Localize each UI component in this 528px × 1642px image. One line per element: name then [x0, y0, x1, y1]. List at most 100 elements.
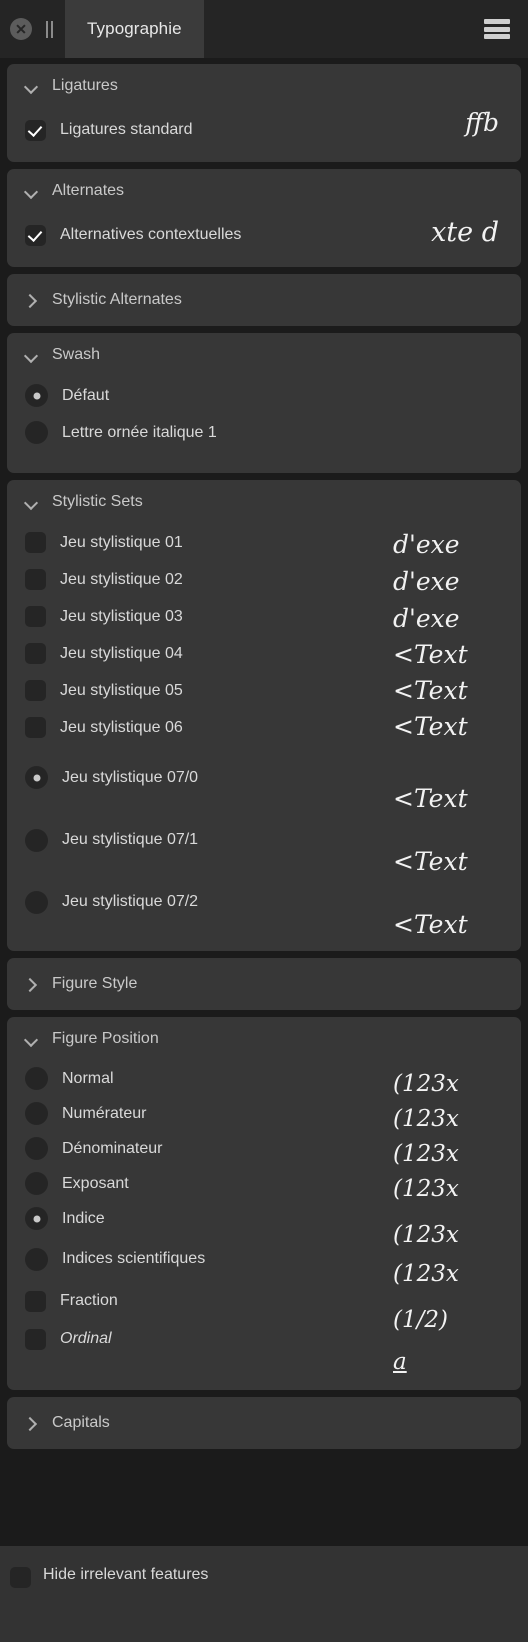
option-row-normal[interactable]: Normal	[7, 1061, 371, 1096]
section-title: Figure Style	[52, 975, 138, 992]
stylistic-sets-samples: d'exe d'exe d'exe <Text <Text <Text <Tex…	[371, 524, 521, 937]
option-row-jeu-01[interactable]: Jeu stylistique 01	[7, 524, 371, 561]
chevron-right-icon	[25, 294, 38, 307]
option-row-jeu-06[interactable]: Jeu stylistique 06	[7, 709, 371, 746]
option-row-ordinal[interactable]: Ordinal	[7, 1320, 371, 1358]
tab-typographie[interactable]: Typographie	[65, 0, 204, 58]
sample-glyph: d'exe	[393, 567, 460, 596]
stylistic-sets-body: Jeu stylistique 01 Jeu stylistique 02 Je…	[7, 524, 521, 937]
chevron-down-icon	[25, 496, 38, 509]
option-row-jeu-07-0[interactable]: Jeu stylistique 07/0	[7, 746, 371, 809]
radio-swash-defaut[interactable]	[25, 384, 48, 407]
radio-indice[interactable]	[25, 1207, 48, 1230]
hamburger-menu-icon[interactable]	[484, 19, 510, 39]
radio-jeu-stylistique-07-2[interactable]	[25, 890, 48, 914]
option-row-jeu-02[interactable]: Jeu stylistique 02	[7, 561, 371, 598]
radio-exposant[interactable]	[25, 1172, 48, 1195]
checkbox-fraction[interactable]	[25, 1290, 46, 1312]
option-row-alternatives-contextuelles[interactable]: Alternatives contextuelles xte d	[7, 213, 521, 257]
option-row-ligatures-standard[interactable]: Ligatures standard ffb	[7, 108, 521, 152]
checkbox-alternatives-contextuelles[interactable]	[25, 224, 46, 246]
typography-panel: Typographie Ligatures Ligatures standard…	[0, 0, 528, 1642]
checkbox-jeu-stylistique-06[interactable]	[25, 717, 46, 738]
option-label: Jeu stylistique 01	[60, 533, 183, 551]
option-row-jeu-03[interactable]: Jeu stylistique 03	[7, 598, 371, 635]
section-title: Stylistic Sets	[52, 493, 143, 510]
section-title: Ligatures	[52, 77, 118, 94]
section-header-stylistic-sets[interactable]: Stylistic Sets	[7, 480, 521, 524]
option-label: Lettre ornée italique 1	[62, 423, 217, 441]
option-row-jeu-07-2[interactable]: Jeu stylistique 07/2	[7, 871, 371, 933]
option-row-exposant[interactable]: Exposant	[7, 1166, 371, 1201]
option-label: Jeu stylistique 07/1	[62, 831, 199, 848]
option-label: Jeu stylistique 04	[60, 644, 183, 662]
checkbox-jeu-stylistique-02[interactable]	[25, 569, 46, 590]
option-label: Numérateur	[62, 1104, 147, 1122]
option-row-indice[interactable]: Indice	[7, 1201, 371, 1236]
hide-irrelevant-features-label: Hide irrelevant features	[43, 1566, 209, 1583]
option-row-jeu-05[interactable]: Jeu stylistique 05	[7, 672, 371, 709]
close-icon[interactable]	[10, 18, 32, 40]
radio-denominateur[interactable]	[25, 1137, 48, 1160]
sample-glyph: a	[393, 1349, 407, 1375]
option-row-indices-scientifiques[interactable]: Indices scientifiques	[7, 1236, 371, 1282]
option-label: Indices scientifiques	[62, 1250, 206, 1267]
section-capitals: Capitals	[7, 1397, 521, 1449]
option-label: Jeu stylistique 05	[60, 681, 183, 699]
radio-indices-scientifiques[interactable]	[25, 1247, 48, 1271]
option-label: Jeu stylistique 03	[60, 607, 183, 625]
option-label: Exposant	[62, 1174, 129, 1192]
section-header-swash[interactable]: Swash	[7, 333, 521, 377]
section-header-figure-position[interactable]: Figure Position	[7, 1017, 521, 1061]
option-label: Défaut	[62, 386, 110, 404]
section-header-capitals[interactable]: Capitals	[7, 1397, 521, 1449]
footer-bar: Hide irrelevant features	[0, 1546, 528, 1642]
figure-position-samples: (123x (123x (123x (123x (123x (123x (1/2…	[371, 1061, 521, 1374]
sample-glyph: <Text	[393, 640, 468, 669]
option-row-numerateur[interactable]: Numérateur	[7, 1096, 371, 1131]
section-header-figure-style[interactable]: Figure Style	[7, 958, 521, 1010]
sample-glyph: (123x	[393, 1222, 459, 1248]
section-title: Figure Position	[52, 1030, 159, 1047]
option-label: Normal	[62, 1069, 114, 1087]
radio-jeu-stylistique-07-0[interactable]	[25, 766, 48, 789]
sample-glyph: (123x	[393, 1261, 459, 1287]
checkbox-jeu-stylistique-04[interactable]	[25, 643, 46, 664]
section-figure-style: Figure Style	[7, 958, 521, 1010]
section-header-stylistic-alternates[interactable]: Stylistic Alternates	[7, 274, 521, 326]
checkbox-jeu-stylistique-05[interactable]	[25, 680, 46, 701]
section-header-ligatures[interactable]: Ligatures	[7, 64, 521, 108]
titlebar-left-controls	[0, 0, 55, 58]
section-stylistic-sets: Stylistic Sets Jeu stylistique 01 Jeu st…	[7, 480, 521, 951]
option-label: Indice	[62, 1209, 105, 1227]
section-ligatures: Ligatures Ligatures standard ffb	[7, 64, 521, 162]
sample-glyph: d'exe	[393, 530, 460, 559]
radio-swash-lettre-ornee[interactable]	[25, 421, 48, 444]
section-swash: Swash Défaut Lettre ornée italique 1	[7, 333, 521, 473]
chevron-down-icon	[25, 1033, 38, 1046]
sample-glyph: (1/2)	[393, 1307, 448, 1333]
stylistic-sets-list: Jeu stylistique 01 Jeu stylistique 02 Je…	[7, 524, 371, 937]
section-header-alternates[interactable]: Alternates	[7, 169, 521, 213]
checkbox-jeu-stylistique-03[interactable]	[25, 606, 46, 627]
pause-icon[interactable]	[44, 20, 55, 38]
radio-jeu-stylistique-07-1[interactable]	[25, 828, 48, 852]
checkbox-hide-irrelevant-features[interactable]	[10, 1567, 31, 1588]
checkbox-jeu-stylistique-01[interactable]	[25, 532, 46, 553]
option-row-swash-defaut[interactable]: Défaut	[7, 377, 521, 414]
option-row-fraction[interactable]: Fraction	[7, 1282, 371, 1320]
option-row-denominateur[interactable]: Dénominateur	[7, 1131, 371, 1166]
sample-glyph: d'exe	[393, 604, 460, 633]
option-row-swash-lettre-ornee[interactable]: Lettre ornée italique 1	[7, 414, 521, 451]
option-row-jeu-04[interactable]: Jeu stylistique 04	[7, 635, 371, 672]
radio-normal[interactable]	[25, 1067, 48, 1090]
option-label: Ligatures standard	[60, 121, 193, 138]
checkbox-ordinal[interactable]	[25, 1328, 46, 1350]
chevron-down-icon	[25, 349, 38, 362]
radio-numerateur[interactable]	[25, 1102, 48, 1125]
option-label: Jeu stylistique 06	[60, 718, 183, 736]
figure-position-list: Normal Numérateur Dénominateur Exposant	[7, 1061, 371, 1374]
option-row-jeu-07-1[interactable]: Jeu stylistique 07/1	[7, 809, 371, 871]
checkbox-ligatures-standard[interactable]	[25, 119, 46, 141]
section-title: Capitals	[52, 1414, 110, 1431]
